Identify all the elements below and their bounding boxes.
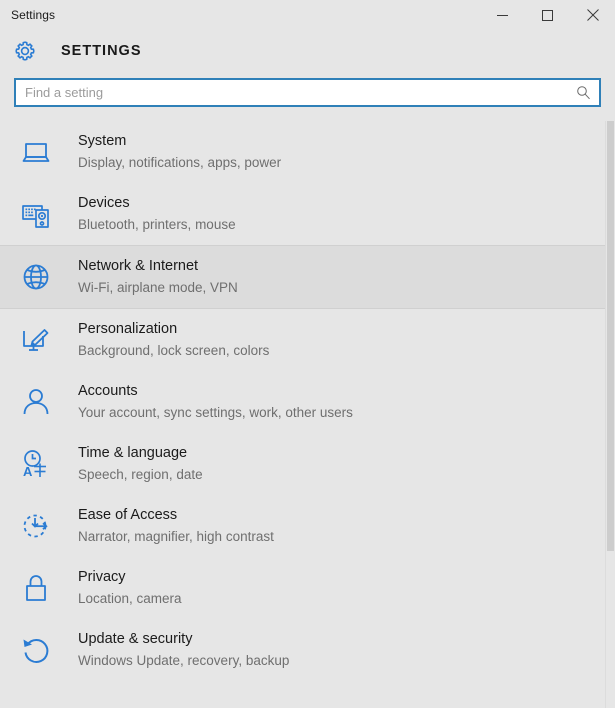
settings-item-subtitle: Windows Update, recovery, backup <box>78 653 290 668</box>
settings-item-title: Privacy <box>78 569 126 585</box>
settings-item-personalization[interactable]: Personalization Background, lock screen,… <box>0 309 615 371</box>
page-title: SETTINGS <box>61 43 142 59</box>
settings-item-text: Network & Internet Wi-Fi, airplane mode,… <box>78 257 238 297</box>
settings-window: Settings SETTINGS Find a setting System … <box>0 0 615 708</box>
minimize-icon <box>497 14 508 16</box>
settings-item-time-language[interactable]: A Time & language Speech, region, date <box>0 433 615 495</box>
settings-item-title: Accounts <box>78 383 138 399</box>
settings-item-text: Time & language Speech, region, date <box>78 444 203 484</box>
window-controls <box>480 0 615 30</box>
search-box[interactable] <box>14 78 601 107</box>
settings-item-title: System <box>78 133 127 149</box>
svg-text:A: A <box>23 464 33 479</box>
settings-item-subtitle: Location, camera <box>78 591 182 606</box>
settings-item-devices[interactable]: Devices Bluetooth, printers, mouse <box>0 183 615 245</box>
clock-language-icon: A <box>14 442 58 486</box>
settings-item-subtitle: Bluetooth, printers, mouse <box>78 217 236 232</box>
maximize-icon <box>542 9 553 21</box>
settings-list: System Display, notifications, apps, pow… <box>0 121 615 708</box>
laptop-icon <box>14 130 58 174</box>
window-title: Settings <box>11 8 56 22</box>
settings-item-title: Personalization <box>78 321 178 337</box>
gear-icon <box>12 38 38 64</box>
devices-icon <box>14 192 58 236</box>
settings-item-text: Devices Bluetooth, printers, mouse <box>78 194 236 234</box>
settings-item-title: Devices <box>78 195 130 211</box>
close-button[interactable] <box>570 0 615 30</box>
search-input[interactable] <box>16 80 599 105</box>
settings-item-subtitle: Wi-Fi, airplane mode, VPN <box>78 280 238 295</box>
settings-item-subtitle: Speech, region, date <box>78 467 203 482</box>
minimize-button[interactable] <box>480 0 525 30</box>
globe-icon <box>14 255 58 299</box>
settings-item-subtitle: Narrator, magnifier, high contrast <box>78 529 274 544</box>
settings-item-title: Time & language <box>78 445 188 461</box>
settings-item-title: Network & Internet <box>78 258 199 274</box>
settings-item-subtitle: Your account, sync settings, work, other… <box>78 405 353 420</box>
settings-item-accounts[interactable]: Accounts Your account, sync settings, wo… <box>0 371 615 433</box>
settings-item-text: Ease of Access Narrator, magnifier, high… <box>78 506 274 546</box>
settings-item-text: Accounts Your account, sync settings, wo… <box>78 382 353 422</box>
settings-item-text: Personalization Background, lock screen,… <box>78 320 269 360</box>
settings-item-title: Update & security <box>78 631 193 647</box>
settings-item-text: System Display, notifications, apps, pow… <box>78 132 281 172</box>
scrollbar-track[interactable] <box>606 121 615 708</box>
settings-item-privacy[interactable]: Privacy Location, camera <box>0 557 615 619</box>
settings-header: SETTINGS <box>0 30 615 72</box>
settings-item-update-security[interactable]: Update & security Windows Update, recove… <box>0 619 615 681</box>
maximize-button[interactable] <box>525 0 570 30</box>
paintbrush-monitor-icon <box>14 318 58 362</box>
close-icon <box>586 9 599 21</box>
person-icon <box>14 380 58 424</box>
title-bar: Settings <box>0 0 615 30</box>
settings-item-text: Update & security Windows Update, recove… <box>78 630 289 670</box>
settings-item-subtitle: Display, notifications, apps, power <box>78 155 282 170</box>
settings-item-ease-of-access[interactable]: Ease of Access Narrator, magnifier, high… <box>0 495 615 557</box>
settings-item-network-internet[interactable]: Network & Internet Wi-Fi, airplane mode,… <box>0 245 615 309</box>
lock-icon <box>14 566 58 610</box>
settings-item-subtitle: Background, lock screen, colors <box>78 343 270 358</box>
scrollbar-thumb[interactable] <box>607 121 614 551</box>
refresh-icon <box>14 628 58 672</box>
settings-item-system[interactable]: System Display, notifications, apps, pow… <box>0 121 615 183</box>
settings-item-text: Privacy Location, camera <box>78 568 182 608</box>
settings-item-title: Ease of Access <box>78 507 178 523</box>
ease-of-access-icon <box>14 504 58 548</box>
